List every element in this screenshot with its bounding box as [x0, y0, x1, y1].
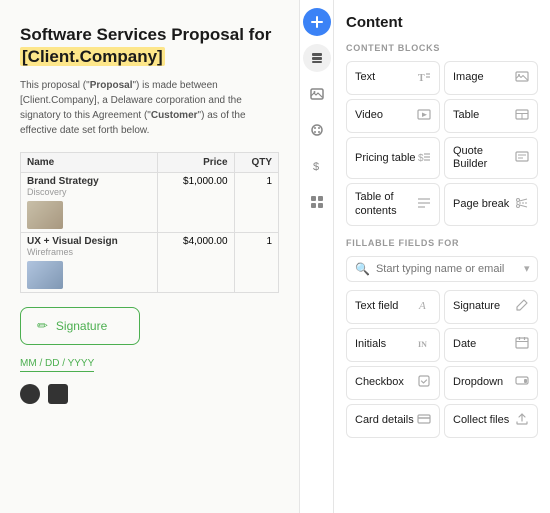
- block-image[interactable]: Image: [444, 61, 538, 95]
- field-card-label: Card details: [355, 414, 414, 427]
- dollar-icon-button[interactable]: $: [303, 152, 331, 180]
- initials-icon: IN: [417, 336, 431, 353]
- table-cell-price: $1,000.00: [158, 173, 234, 233]
- svg-text:T: T: [418, 73, 425, 84]
- field-initials-label: Initials: [355, 338, 386, 351]
- block-toc[interactable]: Table of contents: [346, 183, 440, 225]
- table-icon: [515, 108, 529, 125]
- app-container: Software Services Proposal for [Client.C…: [0, 0, 550, 513]
- add-icon-button[interactable]: [303, 8, 331, 36]
- content-panel: Content CONTENT BLOCKS Text T Image Vide…: [334, 0, 550, 513]
- palette-icon-button[interactable]: [303, 116, 331, 144]
- quote-icon: [515, 150, 529, 167]
- item-image: [27, 201, 63, 229]
- block-toc-label: Table of contents: [355, 191, 417, 217]
- table-cell-price: $4,000.00: [158, 233, 234, 293]
- field-initials[interactable]: Initials IN: [346, 328, 440, 362]
- field-date-label: Date: [453, 338, 476, 351]
- field-signature[interactable]: Signature: [444, 290, 538, 324]
- signature-box[interactable]: ✏ Signature: [20, 307, 140, 345]
- field-text-label: Text field: [355, 300, 398, 313]
- pen-icon: [515, 298, 529, 315]
- field-checkbox[interactable]: Checkbox: [346, 366, 440, 400]
- field-collect-files[interactable]: Collect files: [444, 404, 538, 438]
- table-cell-qty: 1: [234, 233, 278, 293]
- col-header-price: Price: [158, 153, 234, 173]
- block-table-label: Table: [453, 109, 479, 122]
- panel-title: Content: [346, 14, 538, 31]
- content-blocks-grid: Text T Image Video Table: [346, 61, 538, 226]
- svg-text:A: A: [418, 300, 426, 312]
- search-icon: 🔍: [355, 262, 370, 276]
- document-panel: Software Services Proposal for [Client.C…: [0, 0, 300, 513]
- date-field[interactable]: MM / DD / YYYY: [20, 358, 94, 372]
- doc-title-highlight: [Client.Company]: [20, 47, 165, 66]
- block-page-break[interactable]: Page break: [444, 183, 538, 225]
- dropdown-icon: [515, 374, 529, 391]
- search-input[interactable]: [376, 263, 518, 275]
- calendar-icon: [515, 336, 529, 353]
- field-signature-label: Signature: [453, 300, 500, 313]
- col-header-name: Name: [21, 153, 158, 173]
- text-icon: T: [417, 70, 431, 87]
- icon-circle: [20, 384, 40, 404]
- svg-text:$: $: [418, 153, 424, 164]
- fillable-fields-label: FILLABLE FIELDS FOR: [346, 238, 538, 248]
- col-header-qty: QTY: [234, 153, 278, 173]
- table-row: UX + Visual Design Wireframes $4,000.00 …: [21, 233, 279, 293]
- doc-subtitle: This proposal ("Proposal") is made betwe…: [20, 78, 279, 138]
- field-text[interactable]: Text field A: [346, 290, 440, 324]
- svg-text:IN: IN: [418, 340, 427, 349]
- signature-pen-icon: ✏: [37, 318, 48, 334]
- field-checkbox-label: Checkbox: [355, 376, 404, 389]
- field-date[interactable]: Date: [444, 328, 538, 362]
- field-collect-files-label: Collect files: [453, 414, 509, 427]
- block-pricing-table[interactable]: Pricing table $: [346, 137, 440, 179]
- card-icon: [417, 412, 431, 429]
- play-icon: [417, 108, 431, 125]
- field-card-details[interactable]: Card details: [346, 404, 440, 438]
- checkbox-icon: [417, 374, 431, 391]
- scissors-icon: [515, 196, 529, 213]
- content-blocks-label: CONTENT BLOCKS: [346, 43, 538, 53]
- chevron-down-icon: ▾: [524, 262, 530, 275]
- pricing-table: Name Price QTY Brand Strategy Discovery …: [20, 152, 279, 293]
- block-video-label: Video: [355, 109, 383, 122]
- block-quote-builder-label: Quote Builder: [453, 145, 515, 171]
- fields-grid: Text field A Signature Initials IN: [346, 290, 538, 438]
- image-icon-button[interactable]: [303, 80, 331, 108]
- table-cell-qty: 1: [234, 173, 278, 233]
- field-dropdown-label: Dropdown: [453, 376, 503, 389]
- upload-icon: [515, 412, 529, 429]
- item-image: [27, 261, 63, 289]
- block-image-label: Image: [453, 71, 484, 84]
- search-row[interactable]: 🔍 ▾: [346, 256, 538, 282]
- block-page-break-label: Page break: [453, 198, 509, 211]
- grid-icon-button[interactable]: [303, 188, 331, 216]
- table-row: Brand Strategy Discovery $1,000.00 1: [21, 173, 279, 233]
- block-table[interactable]: Table: [444, 99, 538, 133]
- block-quote-builder[interactable]: Quote Builder: [444, 137, 538, 179]
- footer-icons: [20, 384, 279, 404]
- image-block-icon: [515, 70, 529, 87]
- doc-title: Software Services Proposal for [Client.C…: [20, 24, 279, 68]
- icon-square: [48, 384, 68, 404]
- sidebar-icons: $: [300, 0, 334, 513]
- table-cell-name: Brand Strategy Discovery: [21, 173, 158, 233]
- list-icon: [417, 196, 431, 213]
- field-dropdown[interactable]: Dropdown: [444, 366, 538, 400]
- block-text-label: Text: [355, 71, 375, 84]
- doc-title-text: Software Services Proposal for: [20, 25, 271, 44]
- block-pricing-table-label: Pricing table: [355, 152, 416, 165]
- table-cell-name: UX + Visual Design Wireframes: [21, 233, 158, 293]
- pricing-icon: $: [417, 150, 431, 167]
- svg-text:$: $: [313, 161, 319, 173]
- signature-label: Signature: [56, 319, 107, 333]
- block-text[interactable]: Text T: [346, 61, 440, 95]
- text-field-icon: A: [417, 298, 431, 315]
- layers-icon-button[interactable]: [303, 44, 331, 72]
- block-video[interactable]: Video: [346, 99, 440, 133]
